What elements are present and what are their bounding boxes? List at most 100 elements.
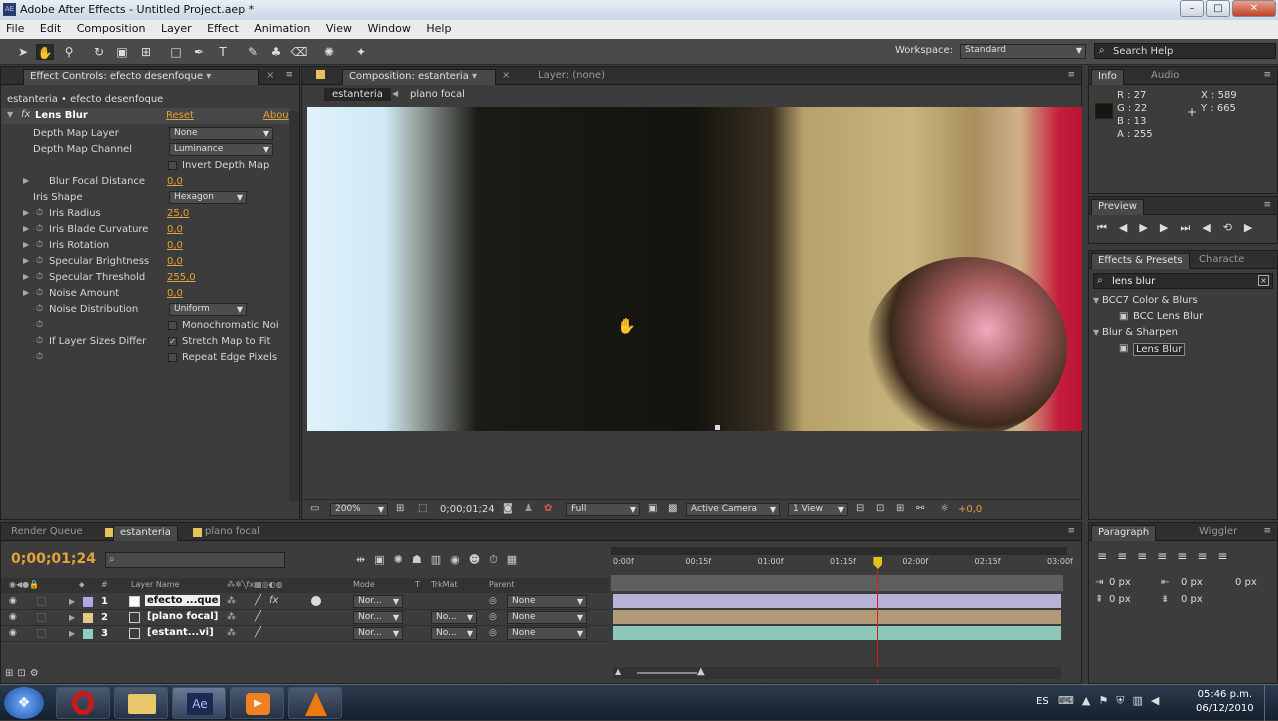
vlc-taskbar-icon[interactable] [288, 687, 342, 719]
last-frame-icon[interactable]: ⏭ [1180, 221, 1202, 234]
menu-layer[interactable]: Layer [155, 20, 198, 37]
antivirus-icon[interactable]: ⛨ [1116, 694, 1132, 707]
type-tool-icon[interactable]: T [214, 44, 232, 60]
graph-editor-icon[interactable]: ▦ [507, 553, 526, 566]
close-icon[interactable]: ✕ [1232, 0, 1276, 17]
property-value[interactable]: 255,0 [167, 272, 196, 283]
draft-3d-icon[interactable]: ✺ [394, 553, 412, 566]
tab-wiggler[interactable]: Wiggler [1193, 525, 1243, 541]
zoom-slider[interactable]: ▲ ▲ [613, 666, 1061, 679]
col-layer-name[interactable]: Layer Name [131, 580, 179, 589]
toggle-pixel-aspect-icon[interactable]: ⊟ [856, 503, 864, 514]
lock-toggle[interactable] [37, 597, 46, 606]
layer-duration-bar[interactable] [613, 610, 1061, 624]
camera-tool-icon[interactable]: ▣ [113, 44, 131, 60]
pick-whip-icon[interactable]: ◎ [489, 612, 497, 622]
media-player-taskbar-icon[interactable]: ▶ [230, 687, 284, 719]
trkmat-dropdown[interactable]: No... ▼ [431, 611, 477, 624]
tab-estanteria[interactable]: estanteria [113, 525, 178, 541]
first-indent-value[interactable]: 0 px [1235, 577, 1257, 588]
effect-item[interactable]: ▣ Lens Blur [1089, 341, 1265, 357]
mask-visibility-icon[interactable]: ⬚ [418, 503, 427, 514]
always-preview-icon[interactable]: ▭ [310, 503, 319, 514]
stopwatch-icon[interactable]: ⏱ [36, 336, 43, 346]
shy-switch-icon[interactable]: ⁂ [227, 612, 236, 622]
space-before-value[interactable]: 0 px [1109, 594, 1131, 605]
align-left-icon[interactable]: ≡ [1097, 549, 1117, 563]
timeline-icon[interactable]: ⊞ [896, 503, 904, 514]
flowchart-icon[interactable]: ⚯ [916, 503, 924, 514]
stopwatch-icon[interactable]: ⏱ [36, 352, 43, 362]
tab-info[interactable]: Info [1091, 69, 1124, 85]
shy-switch-icon[interactable]: ⁂ [227, 628, 236, 638]
effect-category[interactable]: ▼ BCC7 Color & Blurs [1089, 293, 1265, 309]
toggle-transfer-icon[interactable]: ⚙ [30, 668, 43, 679]
blend-mode-dropdown[interactable]: Nor... ▼ [353, 627, 403, 640]
panel-menu-icon[interactable]: ≡ [1067, 526, 1075, 536]
label-color-swatch[interactable] [83, 597, 93, 607]
stopwatch-icon[interactable]: ⏱ [36, 224, 43, 234]
layer-search-input[interactable]: ⌕ [105, 552, 285, 568]
justify-center-icon[interactable]: ≡ [1177, 549, 1197, 563]
show-hidden-icon[interactable]: ▲ [1082, 694, 1098, 707]
tab-paragraph[interactable]: Paragraph [1091, 525, 1157, 541]
justify-right-icon[interactable]: ≡ [1197, 549, 1217, 563]
hand-tool-icon[interactable]: ✋ [36, 44, 54, 60]
volume-icon[interactable]: ◀ [1151, 694, 1167, 707]
justify-all-icon[interactable]: ≡ [1217, 549, 1237, 563]
tab-effects-presets[interactable]: Effects & Presets [1091, 253, 1190, 269]
auto-keyframe-icon[interactable]: ⏱ [489, 553, 507, 566]
stopwatch-icon[interactable]: ⏱ [36, 272, 43, 282]
tab-layer[interactable]: Layer: (none) [532, 69, 611, 85]
opera-taskbar-icon[interactable] [56, 687, 110, 719]
checkbox[interactable] [168, 161, 177, 170]
menu-edit[interactable]: Edit [34, 20, 67, 37]
audio-icon[interactable]: ◀ [1202, 221, 1222, 234]
shy-switch-icon[interactable]: ⁂ [227, 596, 236, 606]
twirl-icon[interactable]: ▶ [69, 629, 75, 638]
label-color-swatch[interactable] [83, 613, 93, 623]
trkmat-dropdown[interactable]: No... ▼ [431, 627, 477, 640]
panel-menu-icon[interactable]: ≡ [285, 70, 293, 80]
search-help-field[interactable]: ⌕ Search Help [1094, 43, 1276, 59]
work-area-bar[interactable] [611, 547, 1067, 555]
maximize-icon[interactable]: □ [1206, 0, 1230, 17]
tab-character[interactable]: Characte [1193, 253, 1250, 269]
frame-blending-icon[interactable]: ▥ [431, 553, 450, 566]
zoom-out-icon[interactable]: ▲ [615, 667, 621, 676]
twirl-icon[interactable]: ▶ [23, 288, 29, 297]
pick-whip-icon[interactable]: ◎ [489, 596, 497, 606]
tab-plano-focal[interactable]: plano focal [199, 525, 266, 541]
layer-name[interactable]: [estant...vi] [145, 627, 216, 638]
zoom-dropdown[interactable]: 200% ▼ [330, 503, 388, 516]
justify-left-icon[interactable]: ≡ [1157, 549, 1177, 563]
stopwatch-icon[interactable]: ⏱ [36, 288, 43, 298]
exposure-value[interactable]: +0,0 [958, 504, 982, 515]
rectangle-tool-icon[interactable]: □ [167, 44, 185, 60]
eraser-tool-icon[interactable]: ⌫ [290, 44, 308, 60]
menu-effect[interactable]: Effect [201, 20, 245, 37]
property-dropdown[interactable]: Uniform ▼ [169, 303, 247, 316]
pan-behind-tool-icon[interactable]: ⊞ [137, 44, 155, 60]
property-value[interactable]: 0,0 [167, 224, 183, 235]
property-value[interactable]: 25,0 [167, 208, 189, 219]
pen-tool-icon[interactable]: ✒ [190, 44, 208, 60]
time-ruler[interactable]: 0:00f 00:15f 01:00f 01:15f 02:00f 02:15f 03:00… [609, 555, 1073, 575]
panel-menu-icon[interactable]: ≡ [1263, 70, 1271, 80]
menu-view[interactable]: View [320, 20, 358, 37]
timeline-graph[interactable]: 0:00f 00:15f 01:00f 01:15f 02:00f 02:15f 03:00… [609, 545, 1073, 689]
effects-search-input[interactable]: ⌕ lens blur × [1093, 273, 1273, 289]
snapshot-icon[interactable]: ◙ [503, 503, 513, 514]
layer-row[interactable]: ◉ ▶ 1 efecto ...que ⁂ ╱ fx Nor... ▼ ◎ Non… [1, 594, 609, 610]
checkbox[interactable] [168, 321, 177, 330]
flag-icon[interactable]: ⚑ [1098, 694, 1116, 707]
space-after-value[interactable]: 0 px [1181, 594, 1203, 605]
zoom-in-icon[interactable]: ▲ [697, 666, 705, 677]
quality-switch-icon[interactable]: ╱ [255, 595, 261, 606]
property-dropdown[interactable]: Hexagon ▼ [169, 191, 247, 204]
stopwatch-icon[interactable]: ⏱ [36, 304, 43, 314]
clock[interactable]: 05:46 p.m. 06/12/2010 [1196, 688, 1254, 716]
close-tab-icon[interactable]: × [502, 70, 510, 81]
puppet-tool-icon[interactable]: ✦ [352, 44, 370, 60]
blend-mode-dropdown[interactable]: Nor... ▼ [353, 611, 403, 624]
